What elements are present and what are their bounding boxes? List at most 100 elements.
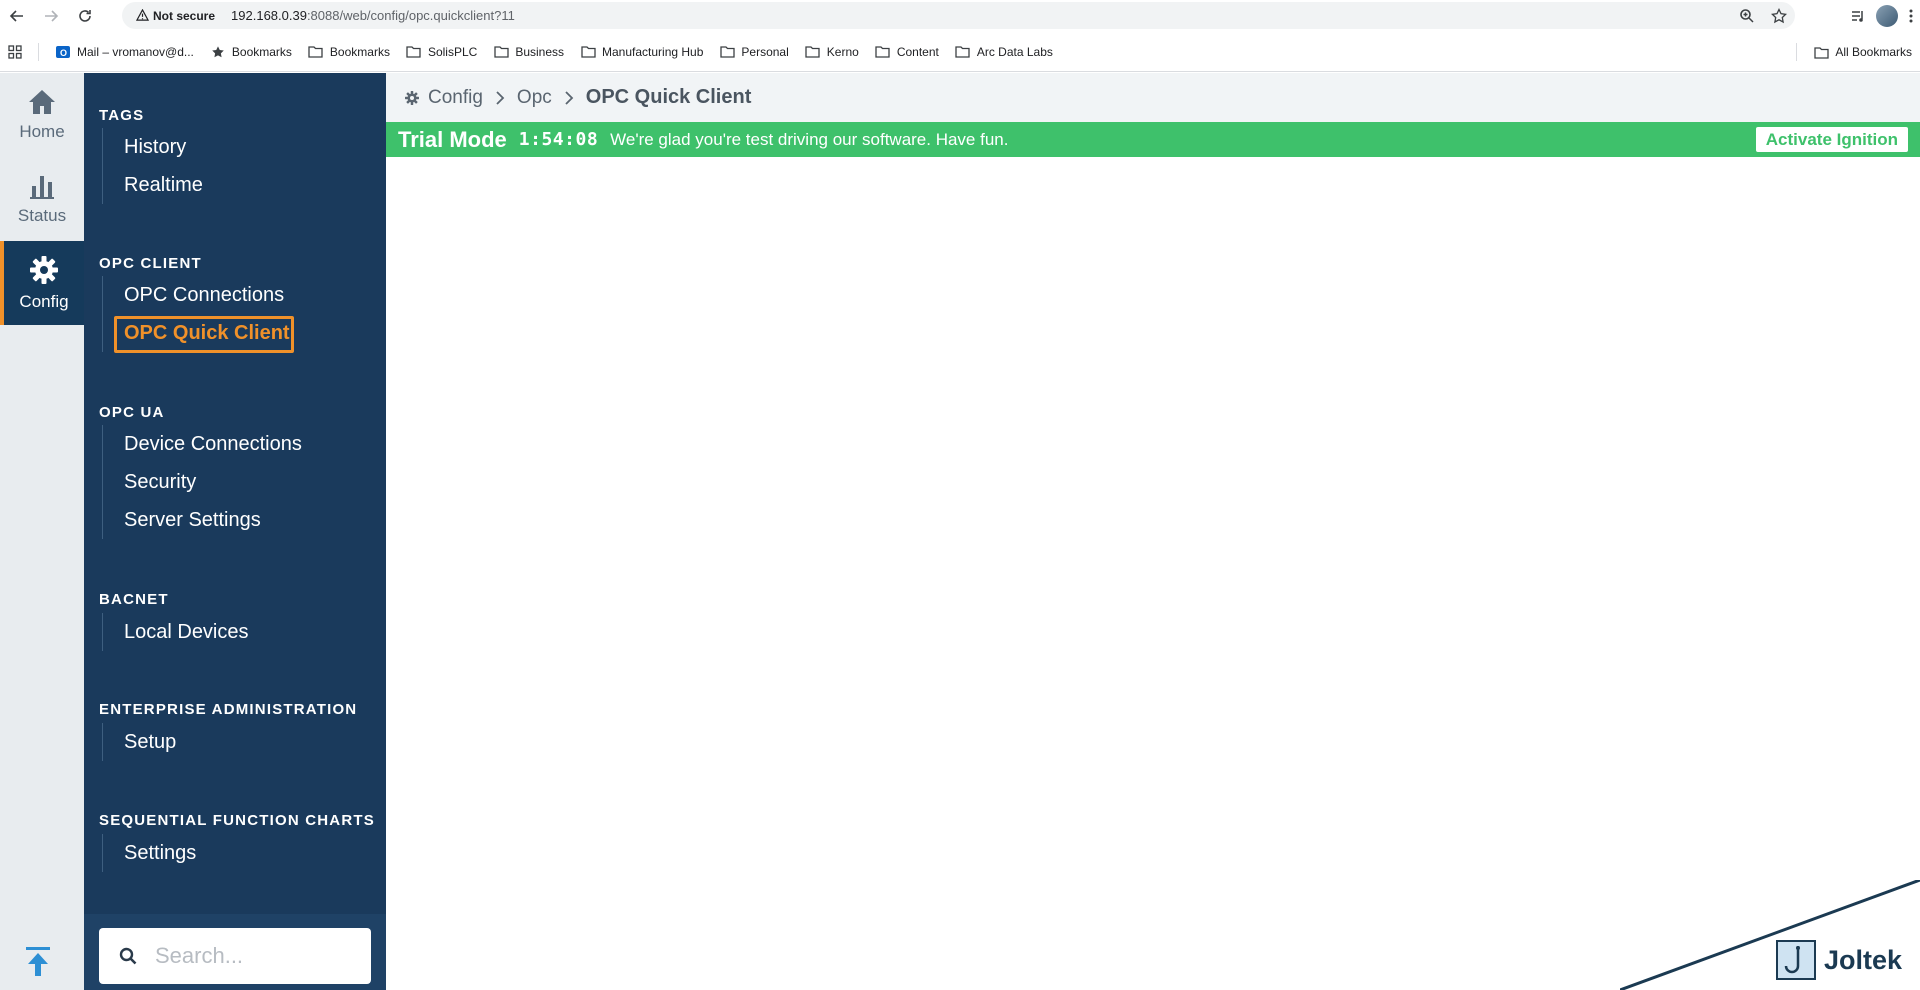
section-group-tags: History Realtime — [102, 128, 203, 204]
search-icon — [119, 947, 137, 965]
nav-item-opc-connections[interactable]: OPC Connections — [103, 276, 290, 314]
url-host: 192.168.0.39 — [231, 8, 307, 23]
config-sidebar: TAGS History Realtime OPC CLIENT OPC Con… — [84, 73, 386, 990]
gear-icon — [30, 256, 58, 284]
sidebar-search-area — [84, 914, 386, 990]
bookmark-label: Kerno — [826, 44, 859, 59]
reload-icon[interactable] — [68, 0, 102, 32]
nav-item-security[interactable]: Security — [103, 463, 302, 501]
address-bar[interactable]: Not secure 192.168.0.39:8088/web/config/… — [122, 2, 1795, 29]
joltek-logo-text: Joltek — [1823, 944, 1902, 975]
apps-grid-icon — [8, 44, 22, 59]
folder-icon — [955, 44, 971, 60]
profile-avatar[interactable] — [1876, 5, 1898, 27]
section-title-sequential-function-charts: SEQUENTIAL FUNCTION CHARTS — [99, 812, 375, 829]
folder-icon — [580, 44, 596, 60]
nav-item-server-settings[interactable]: Server Settings — [103, 501, 302, 539]
rail-config[interactable]: Config — [0, 241, 84, 325]
home-icon — [29, 90, 55, 114]
section-group-bacnet: Local Devices — [102, 613, 249, 651]
zoom-icon[interactable] — [1739, 8, 1755, 24]
bookmark-bookmarks-star[interactable]: Bookmarks — [202, 38, 300, 66]
chevron-right-icon — [565, 90, 574, 105]
bookmark-label: Mail – vromanov@d... — [77, 44, 194, 59]
rail-status-label: Status — [17, 206, 67, 225]
section-title-opc-client: OPC CLIENT — [99, 255, 202, 272]
trial-banner: Trial Mode 1:54:08 We're glad you're tes… — [386, 122, 1920, 157]
bookmark-label: Personal — [741, 44, 789, 59]
bookmark-folder-bookmarks[interactable]: Bookmarks — [300, 38, 398, 66]
bookmark-folder-content[interactable]: Content — [867, 38, 947, 66]
nav-item-opc-quick-client[interactable]: OPC Quick Client — [103, 314, 294, 353]
folder-icon — [1813, 44, 1829, 60]
nav-item-realtime[interactable]: Realtime — [103, 166, 203, 204]
rail-home[interactable]: Home — [0, 73, 84, 157]
breadcrumb-config-label: Config — [428, 86, 483, 108]
bookmark-folder-personal[interactable]: Personal — [711, 38, 796, 66]
bar-chart-icon — [30, 176, 54, 199]
breadcrumb: Config Opc OPC Quick Client — [386, 73, 1920, 122]
nav-item-sfc-settings[interactable]: Settings — [103, 834, 196, 872]
all-bookmarks-label: All Bookmarks — [1835, 45, 1912, 59]
nav-item-history[interactable]: History — [103, 128, 203, 166]
section-group-opc-client: OPC Connections OPC Quick Client — [102, 276, 294, 353]
warning-icon — [136, 9, 149, 21]
nav-item-local-devices[interactable]: Local Devices — [103, 613, 249, 651]
bookmark-label: SolisPLC — [427, 44, 478, 59]
forward-icon[interactable] — [34, 0, 68, 32]
ignition-app: Home Status Config TAGS History Realtime… — [0, 73, 1920, 990]
bookmark-mail[interactable]: O Mail – vromanov@d... — [47, 38, 202, 66]
section-group-sequential-function-charts: Settings — [102, 834, 196, 872]
bookmark-folder-business[interactable]: Business — [485, 38, 572, 66]
url-path: :8088/web/config/opc.quickclient?11 — [306, 8, 515, 23]
more-menu-icon[interactable] — [1908, 8, 1914, 24]
chevron-right-icon — [496, 90, 505, 105]
security-label: Not secure — [153, 8, 216, 23]
folder-icon — [308, 44, 324, 60]
bookmark-label: Business — [515, 44, 565, 59]
sidebar-search-box[interactable] — [99, 928, 371, 984]
joltek-logo-mark — [1775, 940, 1816, 980]
all-bookmarks-button[interactable]: All Bookmarks — [1805, 38, 1920, 66]
bookmark-folder-solisplc[interactable]: SolisPLC — [398, 38, 485, 66]
trial-timer: 1:54:08 — [518, 129, 599, 150]
section-group-enterprise-administration: Setup — [102, 723, 176, 761]
bookmarks-bar: O Mail – vromanov@d... Bookmarks Bookmar… — [0, 32, 1920, 72]
scroll-to-top-icon[interactable] — [24, 945, 52, 982]
folder-icon — [406, 44, 422, 60]
breadcrumb-opc[interactable]: Opc — [517, 87, 552, 109]
browser-toolbar: Not secure 192.168.0.39:8088/web/config/… — [0, 0, 1920, 32]
bookmark-label: Bookmarks — [329, 44, 390, 59]
nav-item-setup[interactable]: Setup — [103, 723, 176, 761]
rail-status[interactable]: Status — [0, 157, 84, 241]
reading-list-icon[interactable] — [1850, 8, 1866, 24]
trial-message: We're glad you're test driving our softw… — [610, 129, 1009, 149]
section-group-opc-ua: Device Connections Security Server Setti… — [102, 425, 302, 539]
primary-nav-rail: Home Status Config — [0, 73, 84, 990]
folder-icon — [805, 44, 821, 60]
bookmark-folder-arc-data-labs[interactable]: Arc Data Labs — [947, 38, 1061, 66]
bookmarks-divider — [1796, 43, 1798, 61]
not-secure-chip[interactable]: Not secure — [130, 5, 221, 27]
rail-home-label: Home — [19, 122, 65, 141]
apps-button[interactable] — [0, 38, 30, 66]
svg-text:O: O — [60, 48, 67, 58]
search-input[interactable] — [155, 943, 355, 969]
rail-config-label: Config — [19, 292, 69, 311]
bookmark-folder-kerno[interactable]: Kerno — [797, 38, 867, 66]
section-title-enterprise-administration: ENTERPRISE ADMINISTRATION — [99, 701, 358, 718]
joltek-logo: Joltek — [1775, 940, 1902, 980]
folder-icon — [719, 44, 735, 60]
activate-ignition-button[interactable]: Activate Ignition — [1755, 127, 1908, 152]
url-text: 192.168.0.39:8088/web/config/opc.quickcl… — [231, 8, 515, 23]
section-title-tags: TAGS — [99, 107, 145, 124]
section-title-opc-ua: OPC UA — [99, 404, 165, 421]
back-icon[interactable] — [0, 0, 34, 32]
section-title-bacnet: BACNET — [99, 591, 169, 608]
bookmark-folder-manufacturing-hub[interactable]: Manufacturing Hub — [572, 38, 711, 66]
star-icon[interactable] — [1771, 7, 1787, 24]
nav-item-device-connections[interactable]: Device Connections — [103, 425, 302, 463]
breadcrumb-config[interactable]: Config — [404, 87, 483, 109]
trial-title: Trial Mode — [398, 126, 507, 152]
folder-icon — [493, 44, 509, 60]
